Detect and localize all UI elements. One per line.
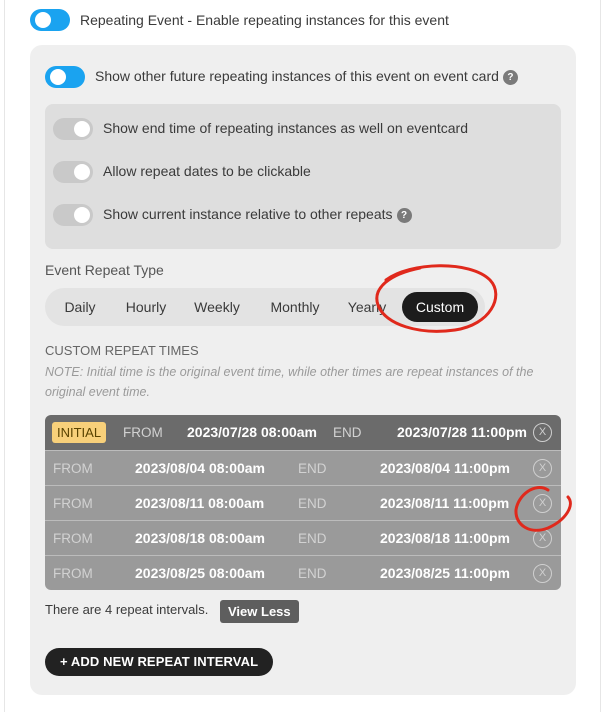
current-instance-text: Show current instance relative to other … xyxy=(103,206,393,222)
end-time[interactable]: 2023/08/18 11:00pm xyxy=(380,521,510,556)
from-label: FROM xyxy=(123,425,163,440)
remove-interval-icon[interactable]: X xyxy=(533,529,552,548)
table-row: FROM 2023/08/18 08:00am END 2023/08/18 1… xyxy=(45,520,561,555)
from-label: FROM xyxy=(53,531,93,546)
repeating-event-label: Repeating Event - Enable repeating insta… xyxy=(80,12,449,28)
remove-interval-icon[interactable]: X xyxy=(533,423,552,442)
add-repeat-interval-button[interactable]: + ADD NEW REPEAT INTERVAL xyxy=(45,648,274,676)
table-row: FROM 2023/08/04 08:00am END 2023/08/04 1… xyxy=(45,450,561,485)
custom-times-table: INITIAL FROM 2023/07/28 08:00am END 2023… xyxy=(45,415,561,590)
end-time[interactable]: 2023/08/25 11:00pm xyxy=(380,556,510,590)
clickable-dates-toggle[interactable] xyxy=(53,161,93,183)
show-end-time-label: Show end time of repeating instances as … xyxy=(103,120,468,136)
end-label: END xyxy=(298,566,327,581)
toggle-knob xyxy=(74,121,90,137)
show-future-instances-toggle[interactable] xyxy=(45,66,85,88)
repeating-event-toggle[interactable] xyxy=(30,9,70,31)
from-label: FROM xyxy=(53,461,93,476)
from-time[interactable]: 2023/08/04 08:00am xyxy=(135,451,265,486)
tab-hourly[interactable]: Hourly xyxy=(115,292,177,322)
initial-badge: INITIAL xyxy=(52,422,107,443)
end-label: END xyxy=(298,461,327,476)
toggle-knob xyxy=(35,12,51,28)
intervals-count-text: There are 4 repeat intervals. xyxy=(45,602,209,617)
current-instance-toggle[interactable] xyxy=(53,204,93,226)
remove-interval-icon[interactable]: X xyxy=(533,564,552,583)
table-row: FROM 2023/08/25 08:00am END 2023/08/25 1… xyxy=(45,555,561,590)
remove-interval-icon[interactable]: X xyxy=(533,494,552,513)
tab-yearly[interactable]: Yearly xyxy=(339,292,395,322)
end-label: END xyxy=(298,496,327,511)
end-label: END xyxy=(333,425,362,440)
tab-weekly[interactable]: Weekly xyxy=(185,292,249,322)
from-time[interactable]: 2023/07/28 08:00am xyxy=(187,415,317,450)
from-label: FROM xyxy=(53,566,93,581)
table-row: FROM 2023/08/11 08:00am END 2023/08/11 1… xyxy=(45,485,561,520)
custom-times-note: NOTE: Initial time is the original event… xyxy=(45,365,534,399)
custom-times-heading: CUSTOM REPEAT TIMES xyxy=(45,343,199,358)
view-less-button[interactable]: View Less xyxy=(220,600,299,623)
help-icon[interactable]: ? xyxy=(502,70,518,85)
clickable-dates-label: Allow repeat dates to be clickable xyxy=(103,163,311,179)
show-end-time-toggle[interactable] xyxy=(53,118,93,140)
show-future-instances-text: Show other future repeating instances of… xyxy=(95,68,499,84)
end-time[interactable]: 2023/08/04 11:00pm xyxy=(380,451,510,486)
repeat-type-heading: Event Repeat Type xyxy=(45,262,164,278)
tab-daily[interactable]: Daily xyxy=(53,292,107,322)
from-time[interactable]: 2023/08/18 08:00am xyxy=(135,521,265,556)
end-label: END xyxy=(298,531,327,546)
end-time[interactable]: 2023/07/28 11:00pm xyxy=(397,415,527,450)
repeat-type-selector: Daily Hourly Weekly Monthly Yearly Custo… xyxy=(45,288,485,326)
help-icon[interactable]: ? xyxy=(396,208,412,223)
toggle-knob xyxy=(74,164,90,180)
current-instance-label: Show current instance relative to other … xyxy=(103,206,412,223)
from-time[interactable]: 2023/08/11 08:00am xyxy=(135,486,264,521)
tab-custom[interactable]: Custom xyxy=(402,292,478,322)
show-future-instances-label: Show other future repeating instances of… xyxy=(95,68,518,85)
remove-interval-icon[interactable]: X xyxy=(533,459,552,478)
from-label: FROM xyxy=(53,496,93,511)
end-time[interactable]: 2023/08/11 11:00pm xyxy=(380,486,509,521)
from-time[interactable]: 2023/08/25 08:00am xyxy=(135,556,265,590)
table-row-initial: INITIAL FROM 2023/07/28 08:00am END 2023… xyxy=(45,415,561,450)
toggle-knob xyxy=(50,69,66,85)
toggle-knob xyxy=(74,207,90,223)
tab-monthly[interactable]: Monthly xyxy=(259,292,331,322)
